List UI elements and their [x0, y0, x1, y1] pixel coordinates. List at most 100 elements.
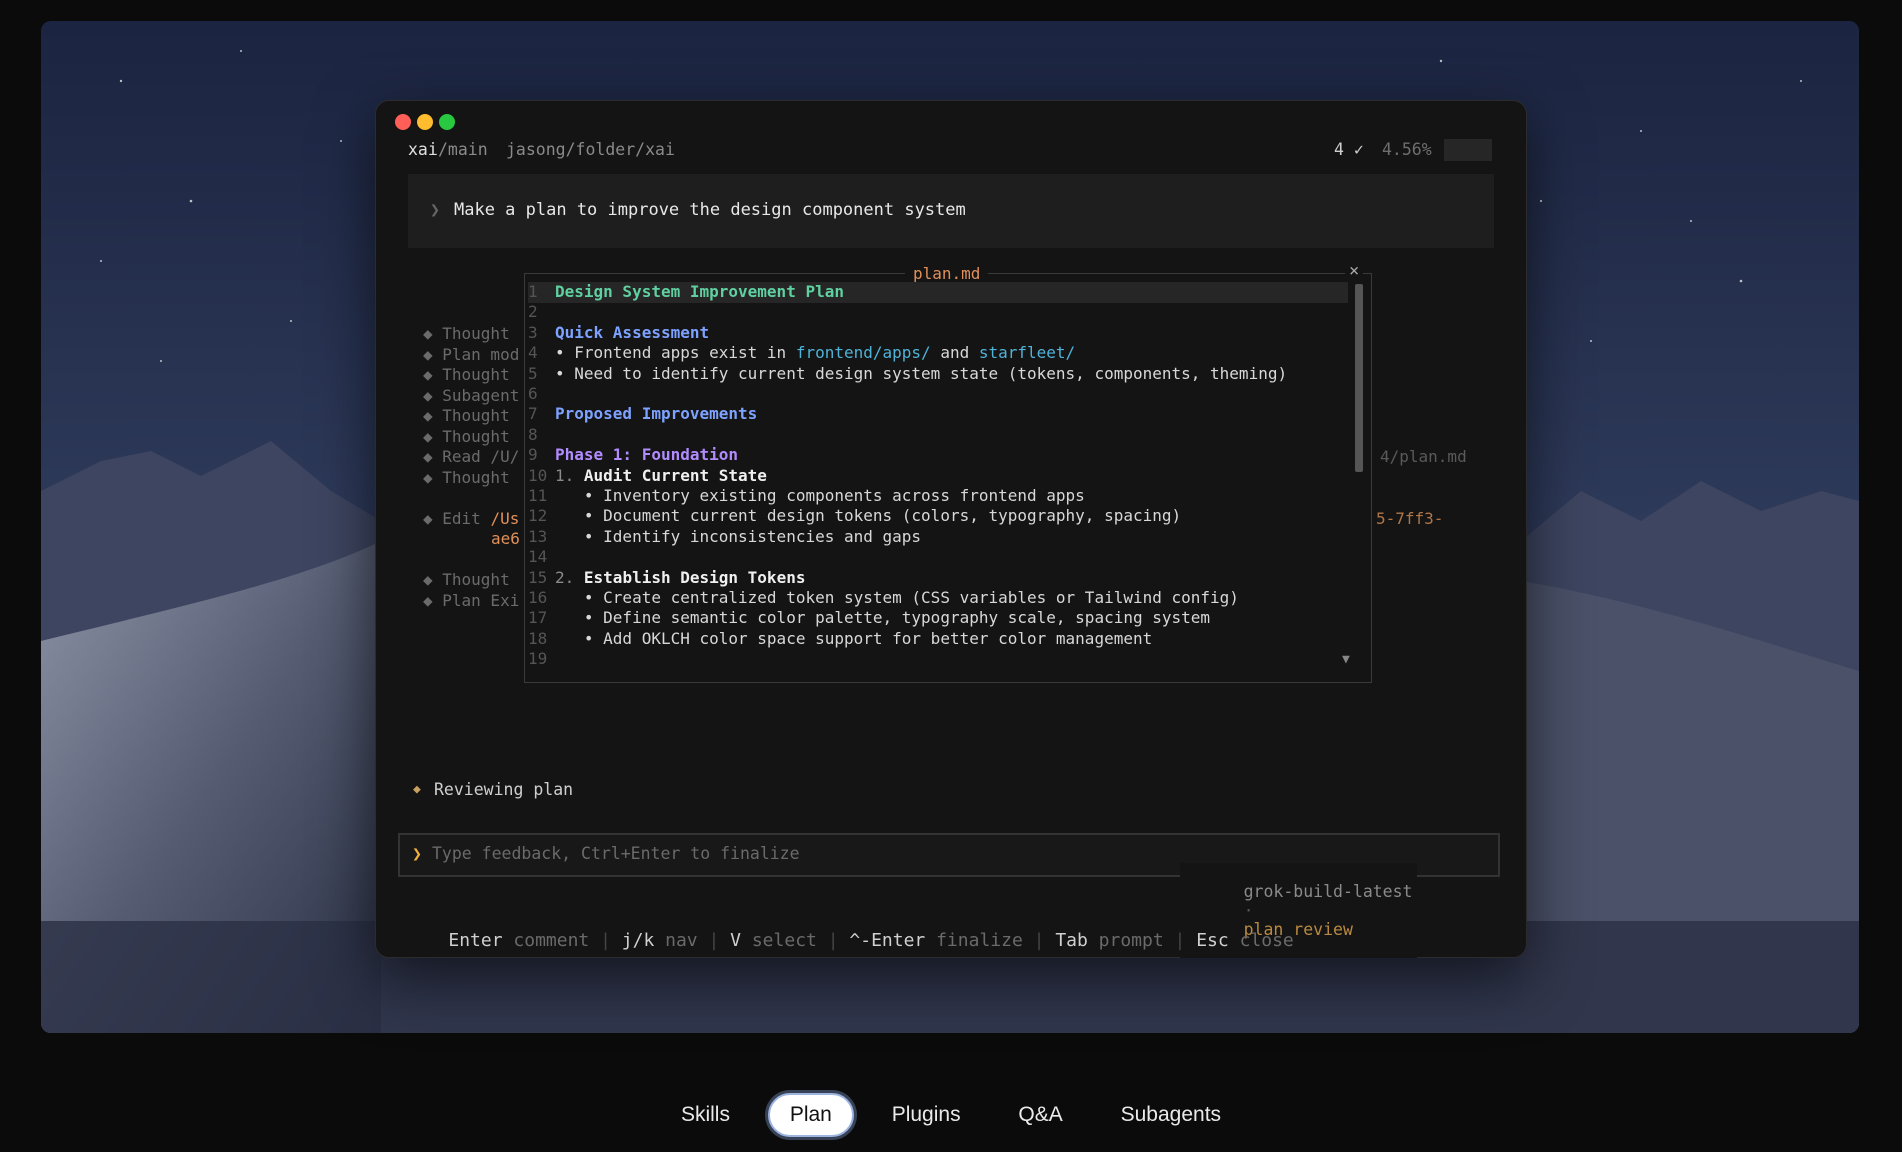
tab-plugins[interactable]: Plugins [872, 1095, 981, 1135]
feedback-input[interactable]: ❯ Type feedback, Ctrl+Enter to finalize … [398, 833, 1500, 958]
feature-tabs: Skills Plan Plugins Q&A Subagents [0, 1093, 1902, 1137]
hint-action: close [1239, 930, 1294, 951]
activity-item[interactable]: ◆ Thought [423, 406, 510, 425]
tab-plan[interactable]: Plan [767, 1093, 854, 1137]
line-number: 16 [528, 588, 548, 607]
activity-item[interactable]: ◆ Thought [423, 427, 510, 446]
plan-line[interactable]: 2 [528, 302, 1348, 323]
line-number: 7 [528, 404, 538, 424]
line-text: • Define semantic color palette, typogra… [555, 608, 1211, 628]
plan-line[interactable]: 11 • Inventory existing components acros… [528, 486, 1348, 507]
hint-key: Tab [1055, 930, 1088, 951]
close-window-button[interactable] [395, 114, 411, 130]
hint-key: V [730, 930, 741, 951]
model-name: grok-build-latest [1243, 882, 1413, 901]
plan-line[interactable]: 1 Design System Improvement Plan [528, 282, 1348, 303]
edit-path: /Us [490, 508, 520, 528]
line-text: • Identify inconsistencies and gaps [555, 526, 922, 546]
plan-line[interactable]: 5 • Need to identify current design syste… [528, 364, 1348, 385]
edit-path-tail: 5-7ff3- [1376, 508, 1444, 528]
plan-line[interactable]: 17 • Define semantic color palette, typo… [528, 608, 1348, 629]
hint-key: ^-Enter [849, 930, 926, 951]
maximize-window-button[interactable] [439, 114, 455, 130]
status-diamond-icon: ◆ [413, 782, 421, 797]
scrollbar-thumb[interactable] [1355, 284, 1363, 472]
plan-line[interactable]: 18 • Add OKLCH color space support for b… [528, 629, 1348, 650]
prompt-text: Make a plan to improve the design compon… [454, 200, 966, 220]
line-number: 15 [528, 567, 548, 587]
task-count: 4 ✓ [1334, 140, 1364, 159]
activity-item[interactable]: ◆ Edit /Us [423, 509, 519, 528]
keyboard-hints: Enter comment | j/k nav | V select | ^-E… [448, 930, 1294, 951]
activity-item[interactable]: ◆ Read /U/ [423, 447, 519, 466]
line-number: 4 [528, 343, 538, 363]
line-text: Quick Assessment [555, 322, 710, 342]
activity-item[interactable]: ◆ Thought [423, 468, 510, 487]
hint-key: Enter [448, 930, 503, 951]
line-number: 1 [528, 282, 538, 301]
user-prompt: ❯ Make a plan to improve the design comp… [408, 174, 1494, 248]
line-text: frontend/apps/ [795, 343, 931, 363]
plan-line[interactable]: 10 1. Audit Current State [528, 466, 1348, 487]
activity-item[interactable]: ◆ Thought [423, 365, 510, 384]
plan-line[interactable]: 19 [528, 649, 1348, 670]
hint-action: nav [665, 930, 698, 951]
line-number: 2 [528, 302, 538, 322]
line-number: 5 [528, 363, 538, 383]
line-text: • Document current design tokens (colors… [555, 506, 1182, 526]
plan-line[interactable]: 12 • Document current design tokens (col… [528, 506, 1348, 527]
plan-line[interactable]: 8 [528, 425, 1348, 446]
plan-line[interactable]: 3 Quick Assessment [528, 323, 1348, 344]
line-text: • Inventory existing components across f… [555, 486, 1085, 505]
line-number: 9 [528, 445, 538, 465]
hint-action: finalize [936, 930, 1023, 951]
activity-label: ◆ Edit [423, 508, 491, 528]
activity-item[interactable]: ◆ Subagent [423, 386, 519, 405]
line-number: 13 [528, 526, 548, 546]
activity-item[interactable]: ◆ Plan mod [423, 345, 519, 364]
read-path-tail: 4/plan.md [1380, 447, 1467, 466]
line-text: Audit Current State [583, 465, 767, 485]
line-number: 6 [528, 384, 538, 403]
line-text: • Add OKLCH color space support for bett… [555, 628, 1153, 648]
modal-title-bar: plan.md × [525, 261, 1371, 284]
plan-line[interactable]: 7 Proposed Improvements [528, 404, 1348, 425]
edit-path-continued: ae6 [491, 529, 520, 548]
hint-key: j/k [621, 930, 655, 951]
plan-line[interactable]: 16 • Create centralized token system (CS… [528, 588, 1348, 609]
plan-line[interactable]: 6 [528, 384, 1348, 405]
tab-subagents[interactable]: Subagents [1101, 1095, 1241, 1135]
status-text: Reviewing plan [434, 780, 574, 799]
line-number: 11 [528, 486, 548, 505]
plan-line[interactable]: 13 • Identify inconsistencies and gaps [528, 527, 1348, 548]
feedback-placeholder: Type feedback, Ctrl+Enter to finalize [432, 844, 800, 863]
scroll-down-icon[interactable]: ▼ [1342, 652, 1350, 667]
line-text: 1. [555, 465, 584, 485]
minimize-window-button[interactable] [417, 114, 433, 130]
context-meter [1444, 139, 1492, 199]
line-text: • Need to identify current design system… [555, 363, 1288, 383]
line-text: Design System Improvement Plan [555, 282, 844, 301]
context-percent: 4.56% [1382, 140, 1432, 159]
activity-item[interactable]: ◆ Thought [423, 324, 510, 343]
plan-line[interactable]: 4 • Frontend apps exist in frontend/apps/… [528, 343, 1348, 364]
line-number: 8 [528, 424, 538, 444]
line-text: Proposed Improvements [555, 404, 758, 424]
hint-key: Esc [1196, 930, 1229, 951]
plan-line[interactable]: 15 2. Establish Design Tokens [528, 568, 1348, 589]
plan-line[interactable]: 9 Phase 1: Foundation [528, 445, 1348, 466]
line-text: starfleet/ [978, 343, 1076, 363]
tab-skills[interactable]: Skills [661, 1095, 750, 1135]
activity-item[interactable]: ◆ Plan Exi [423, 591, 519, 610]
line-text: Establish Design Tokens [583, 567, 806, 587]
close-icon[interactable]: × [1345, 261, 1364, 281]
plan-modal: plan.md × 1 Design System Improvement Pla… [524, 261, 1372, 683]
tab-qa[interactable]: Q&A [998, 1095, 1082, 1135]
line-number: 14 [528, 547, 548, 567]
plan-line[interactable]: 14 [528, 547, 1348, 568]
line-text: 2. [555, 567, 584, 587]
hint-action: comment [513, 930, 590, 951]
activity-item[interactable]: ◆ Thought [423, 570, 510, 589]
repo-name: xai [408, 140, 438, 159]
hint-action: prompt [1098, 930, 1164, 951]
